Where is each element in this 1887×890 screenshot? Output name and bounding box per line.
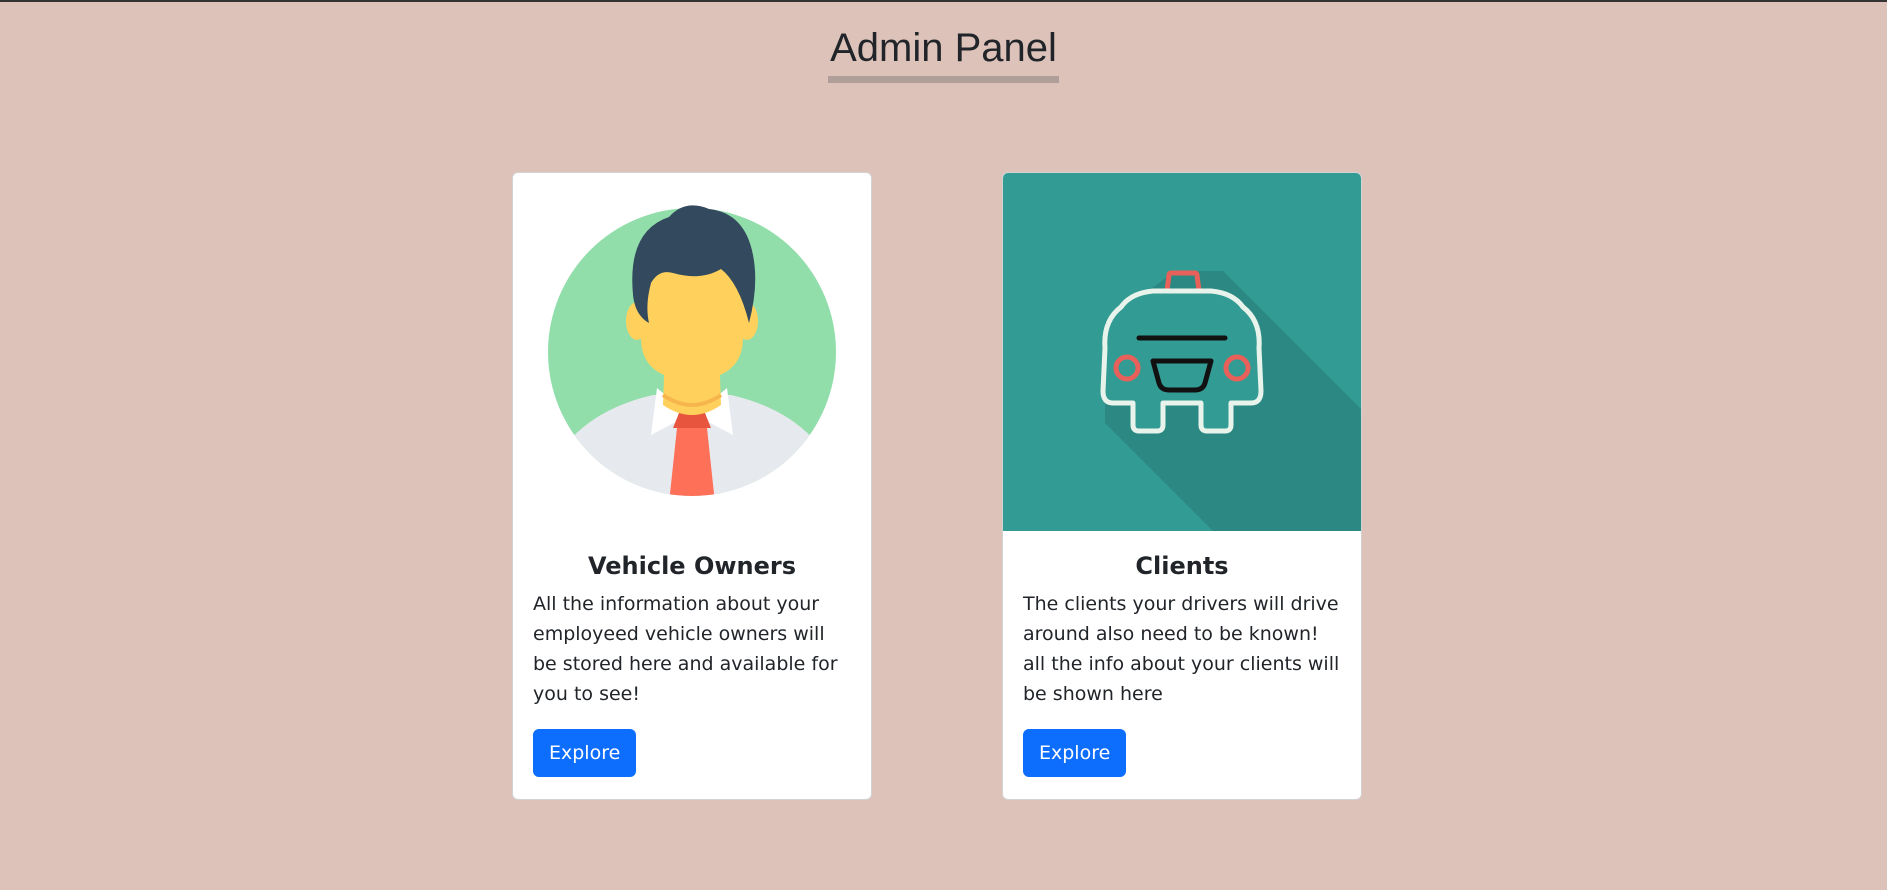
clients-explore-button[interactable]: Explore xyxy=(1023,729,1127,777)
clients-card-body: Clients The clients your drivers will dr… xyxy=(1003,531,1361,777)
clients-description: The clients your drivers will drive arou… xyxy=(1023,593,1340,705)
vehicle-owners-card: Vehicle Owners All the information about… xyxy=(512,172,872,800)
header: Admin Panel xyxy=(0,24,1887,83)
page-title: Admin Panel xyxy=(828,24,1059,83)
vehicle-owners-image xyxy=(513,173,871,531)
vehicle-owners-description: All the information about your employeed… xyxy=(533,593,838,705)
vehicle-owners-title: Vehicle Owners xyxy=(588,552,796,580)
person-avatar-icon xyxy=(513,173,871,531)
taxi-car-icon xyxy=(1003,173,1361,531)
cards-container: Vehicle Owners All the information about… xyxy=(512,172,1362,800)
clients-image xyxy=(1003,173,1361,531)
vehicle-owners-card-body: Vehicle Owners All the information about… xyxy=(513,531,871,777)
vehicle-owners-explore-button[interactable]: Explore xyxy=(533,729,637,777)
clients-card: Clients The clients your drivers will dr… xyxy=(1002,172,1362,800)
clients-title: Clients xyxy=(1135,552,1229,580)
